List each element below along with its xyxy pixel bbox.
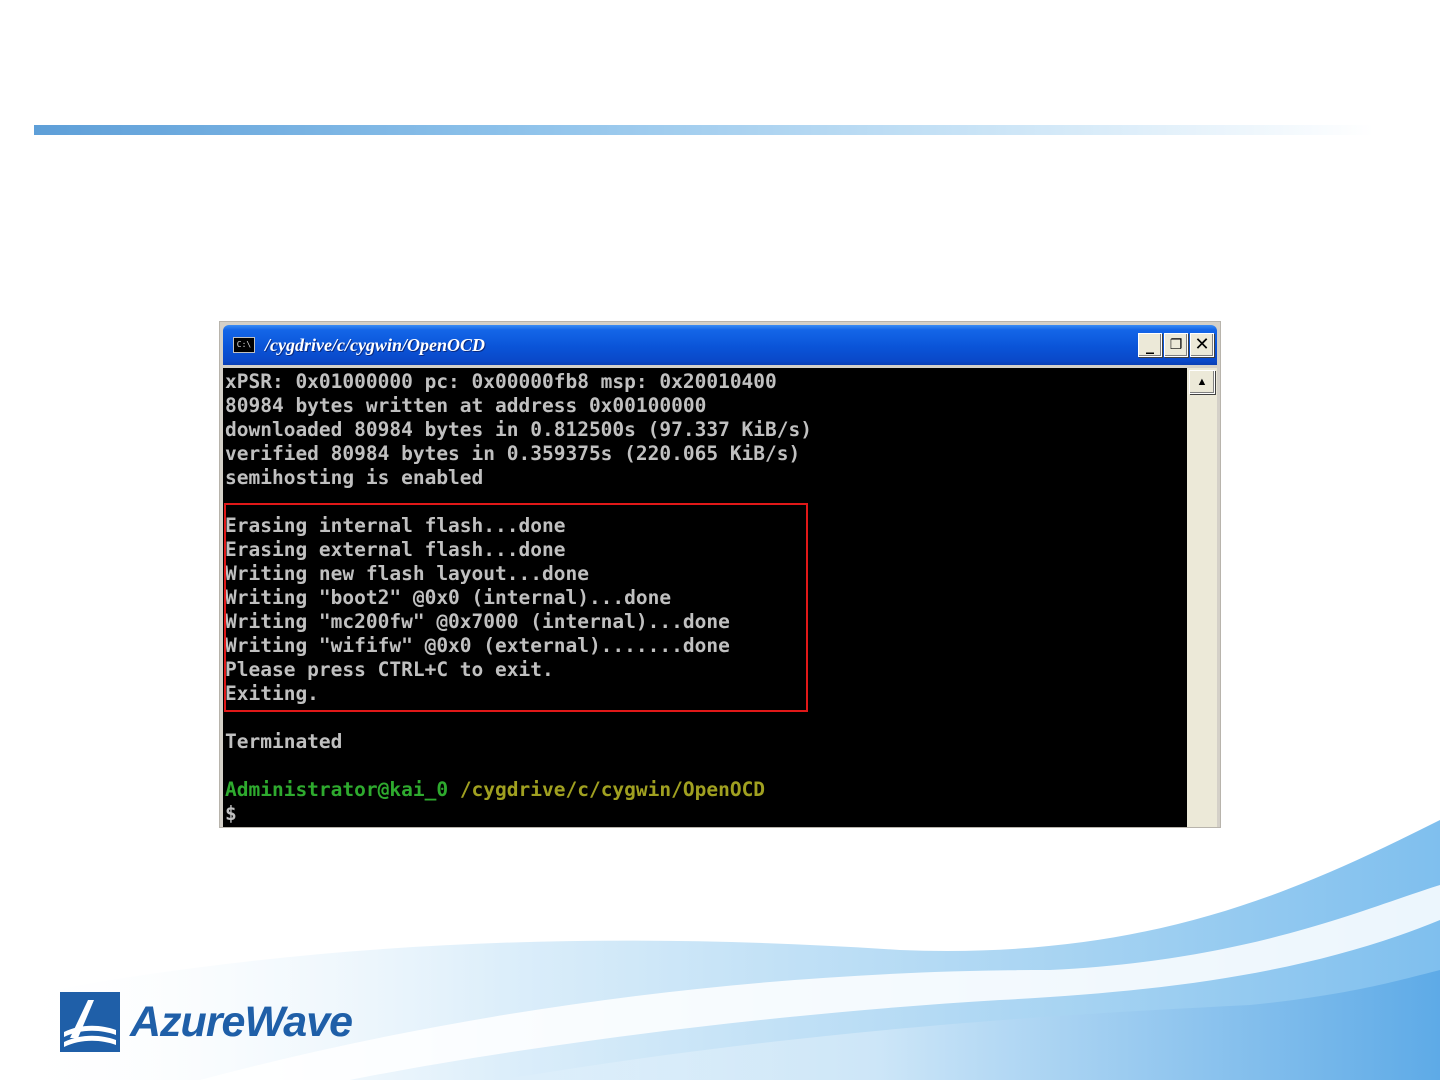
console-icon[interactable]: C:\ [233,337,255,353]
prompt-line: Administrator@kai_0 /cygdrive/c/cygwin/O… [225,778,812,802]
restore-button[interactable]: ❐ [1164,333,1188,357]
scroll-up-button[interactable]: ▲ [1189,370,1215,394]
terminal-line: verified 80984 bytes in 0.359375s (220.0… [225,442,801,465]
prompt-symbol: $ [225,802,237,825]
close-button[interactable]: ✕ [1190,333,1214,357]
terminal-line: 80984 bytes written at address 0x0010000… [225,394,707,417]
window-titlebar[interactable]: C:\ /cygdrive/c/cygwin/OpenOCD _ ❐ ✕ [223,325,1217,365]
prompt-path: /cygdrive/c/cygwin/OpenOCD [459,778,766,801]
minimize-button[interactable]: _ [1138,333,1162,357]
logo-text: AzureWave [130,998,353,1046]
vertical-scrollbar[interactable]: ▲ [1187,368,1217,827]
terminal-line: xPSR: 0x01000000 pc: 0x00000fb8 msp: 0x2… [225,370,777,393]
header-gradient-bar [34,125,1374,135]
terminal-area[interactable]: xPSR: 0x01000000 pc: 0x00000fb8 msp: 0x2… [223,368,1217,827]
terminal-line: Terminated [225,730,343,753]
prompt-user: Administrator@kai_0 [225,778,449,801]
logo-mark-icon [60,992,120,1052]
terminal-line: downloaded 80984 bytes in 0.812500s (97.… [225,418,812,441]
terminal-line: semihosting is enabled [225,466,484,489]
console-window: C:\ /cygdrive/c/cygwin/OpenOCD _ ❐ ✕ xPS… [219,321,1221,828]
azurewave-logo: AzureWave [60,992,390,1054]
window-title: /cygdrive/c/cygwin/OpenOCD [265,335,485,355]
highlight-box [224,503,808,712]
